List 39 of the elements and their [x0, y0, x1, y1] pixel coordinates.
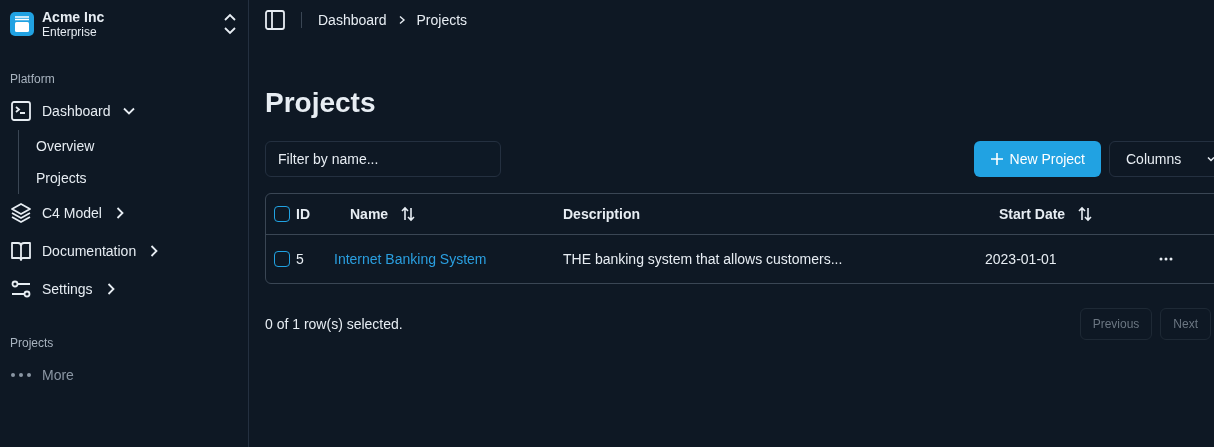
table-cell: 2023-01-01	[985, 251, 1057, 267]
sidebar-toggle-icon[interactable]	[265, 10, 285, 30]
column-header: Description	[563, 206, 640, 222]
team-plan: Enterprise	[42, 25, 98, 39]
breadcrumb-item[interactable]: Projects	[416, 12, 468, 28]
filter-field[interactable]: Filter by name...	[265, 141, 501, 177]
chevron-updown-icon[interactable]	[222, 13, 238, 35]
sort-icon[interactable]	[1077, 206, 1094, 222]
page-title: Projects	[265, 86, 377, 120]
table-cell: 5	[296, 251, 304, 267]
sliders-icon	[10, 278, 32, 300]
breadcrumb-item[interactable]: Dashboard	[318, 12, 387, 28]
project-link[interactable]: Internet Banking System	[334, 251, 487, 267]
nav-subitem[interactable]: Overview	[36, 138, 95, 154]
app-logo-icon	[10, 12, 34, 36]
terminal-icon	[10, 100, 32, 122]
columns-button[interactable]: Columns	[1109, 141, 1214, 177]
nav-item[interactable]: Dashboard	[42, 103, 111, 119]
nav-item[interactable]: Documentation	[42, 243, 137, 259]
book-icon	[10, 240, 32, 262]
column-header: ID	[296, 206, 310, 222]
nav-item[interactable]: Settings	[42, 281, 93, 297]
table-cell: THE banking system that allows customers...	[563, 251, 843, 267]
column-header[interactable]: Name	[350, 206, 389, 222]
nav-subitem[interactable]: Projects	[36, 170, 87, 186]
group-label: Platform	[10, 72, 56, 86]
more-icon[interactable]	[1159, 257, 1173, 261]
team-name: Acme Inc	[42, 9, 106, 25]
column-header[interactable]: Start Date	[999, 206, 1066, 222]
sort-icon[interactable]	[400, 206, 417, 222]
plus-icon	[989, 152, 1004, 166]
selection-status: 0 of 1 row(s) selected.	[265, 316, 403, 332]
layers-icon	[10, 202, 32, 224]
more-icon	[10, 372, 32, 378]
checkbox[interactable]	[274, 206, 290, 222]
nav-item[interactable]: C4 Model	[42, 205, 102, 221]
group-label: Projects	[10, 336, 55, 350]
checkbox[interactable]	[274, 251, 290, 267]
nav-item[interactable]: More	[42, 367, 74, 383]
